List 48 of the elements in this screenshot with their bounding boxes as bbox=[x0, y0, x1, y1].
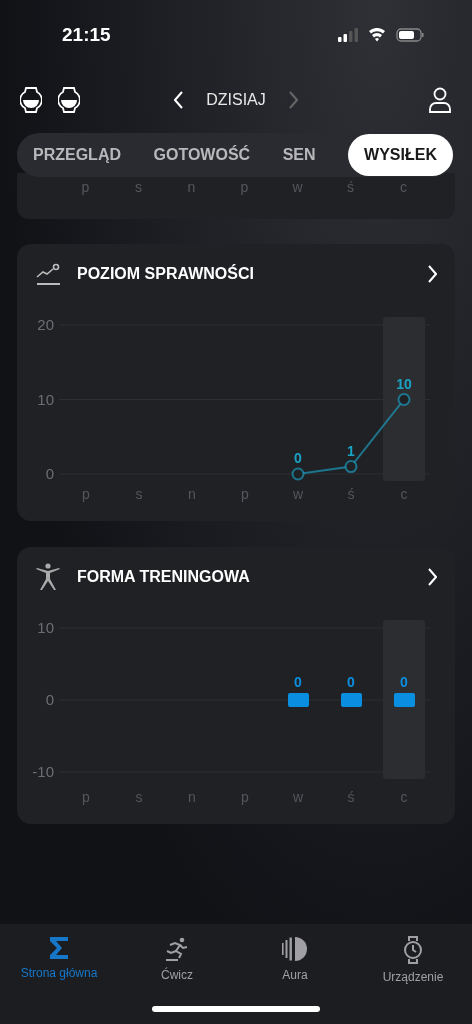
wifi-icon bbox=[368, 28, 386, 42]
bar bbox=[288, 693, 309, 707]
card-title: FORMA TRENINGOWA bbox=[77, 568, 251, 586]
profile-icon[interactable] bbox=[428, 87, 452, 113]
bar bbox=[394, 693, 415, 707]
nav-item[interactable]: Strona główna bbox=[0, 936, 118, 984]
data-point bbox=[291, 467, 305, 481]
nav-item[interactable]: Aura bbox=[236, 936, 354, 984]
tab[interactable]: WYSIŁEK bbox=[348, 134, 453, 176]
person-figure-icon bbox=[35, 563, 61, 591]
chevron-left-icon bbox=[174, 91, 185, 109]
data-label: 10 bbox=[396, 375, 412, 392]
status-time: 21:15 bbox=[62, 24, 111, 46]
data-label: 0 bbox=[400, 674, 408, 690]
sigma-icon bbox=[49, 936, 69, 960]
signal-icon bbox=[338, 28, 358, 42]
tab[interactable]: GOTOWOŚĆ bbox=[153, 134, 251, 176]
next-day-button[interactable] bbox=[287, 91, 298, 109]
chevron-right-icon[interactable] bbox=[427, 568, 437, 586]
y-tick-label: 20 bbox=[37, 316, 54, 333]
tab[interactable]: SEN bbox=[282, 134, 316, 176]
nav-item[interactable]: Urządzenie bbox=[354, 936, 472, 984]
data-point bbox=[344, 460, 358, 474]
y-tick-label: 0 bbox=[45, 691, 54, 708]
trend-line-icon bbox=[35, 261, 61, 287]
y-tick-label: -10 bbox=[32, 763, 54, 780]
data-label: 0 bbox=[347, 674, 355, 690]
y-tick-label: 0 bbox=[45, 465, 54, 482]
y-tick-label: 10 bbox=[37, 619, 54, 636]
data-label: 0 bbox=[294, 674, 302, 690]
aura-icon bbox=[281, 936, 309, 962]
watch-icon[interactable] bbox=[58, 87, 80, 113]
tab[interactable]: PRZEGLĄD bbox=[33, 134, 121, 176]
data-label: 0 bbox=[294, 450, 302, 466]
watch-icon[interactable] bbox=[20, 87, 42, 113]
runner-icon bbox=[164, 936, 190, 962]
card-title: POZIOM SPRAWNOŚCI bbox=[77, 265, 255, 283]
watch-icon bbox=[402, 936, 424, 964]
date-label: DZISIAJ bbox=[206, 91, 266, 109]
y-tick-label: 10 bbox=[37, 390, 54, 408]
previous-day-button[interactable] bbox=[174, 91, 185, 109]
chevron-right-icon[interactable] bbox=[427, 265, 437, 283]
chevron-right-icon bbox=[287, 91, 298, 109]
bar bbox=[341, 693, 362, 707]
data-point bbox=[397, 393, 411, 406]
data-label: 1 bbox=[347, 442, 355, 459]
nav-item[interactable]: Ćwicz bbox=[118, 936, 236, 984]
battery-icon bbox=[396, 28, 424, 42]
